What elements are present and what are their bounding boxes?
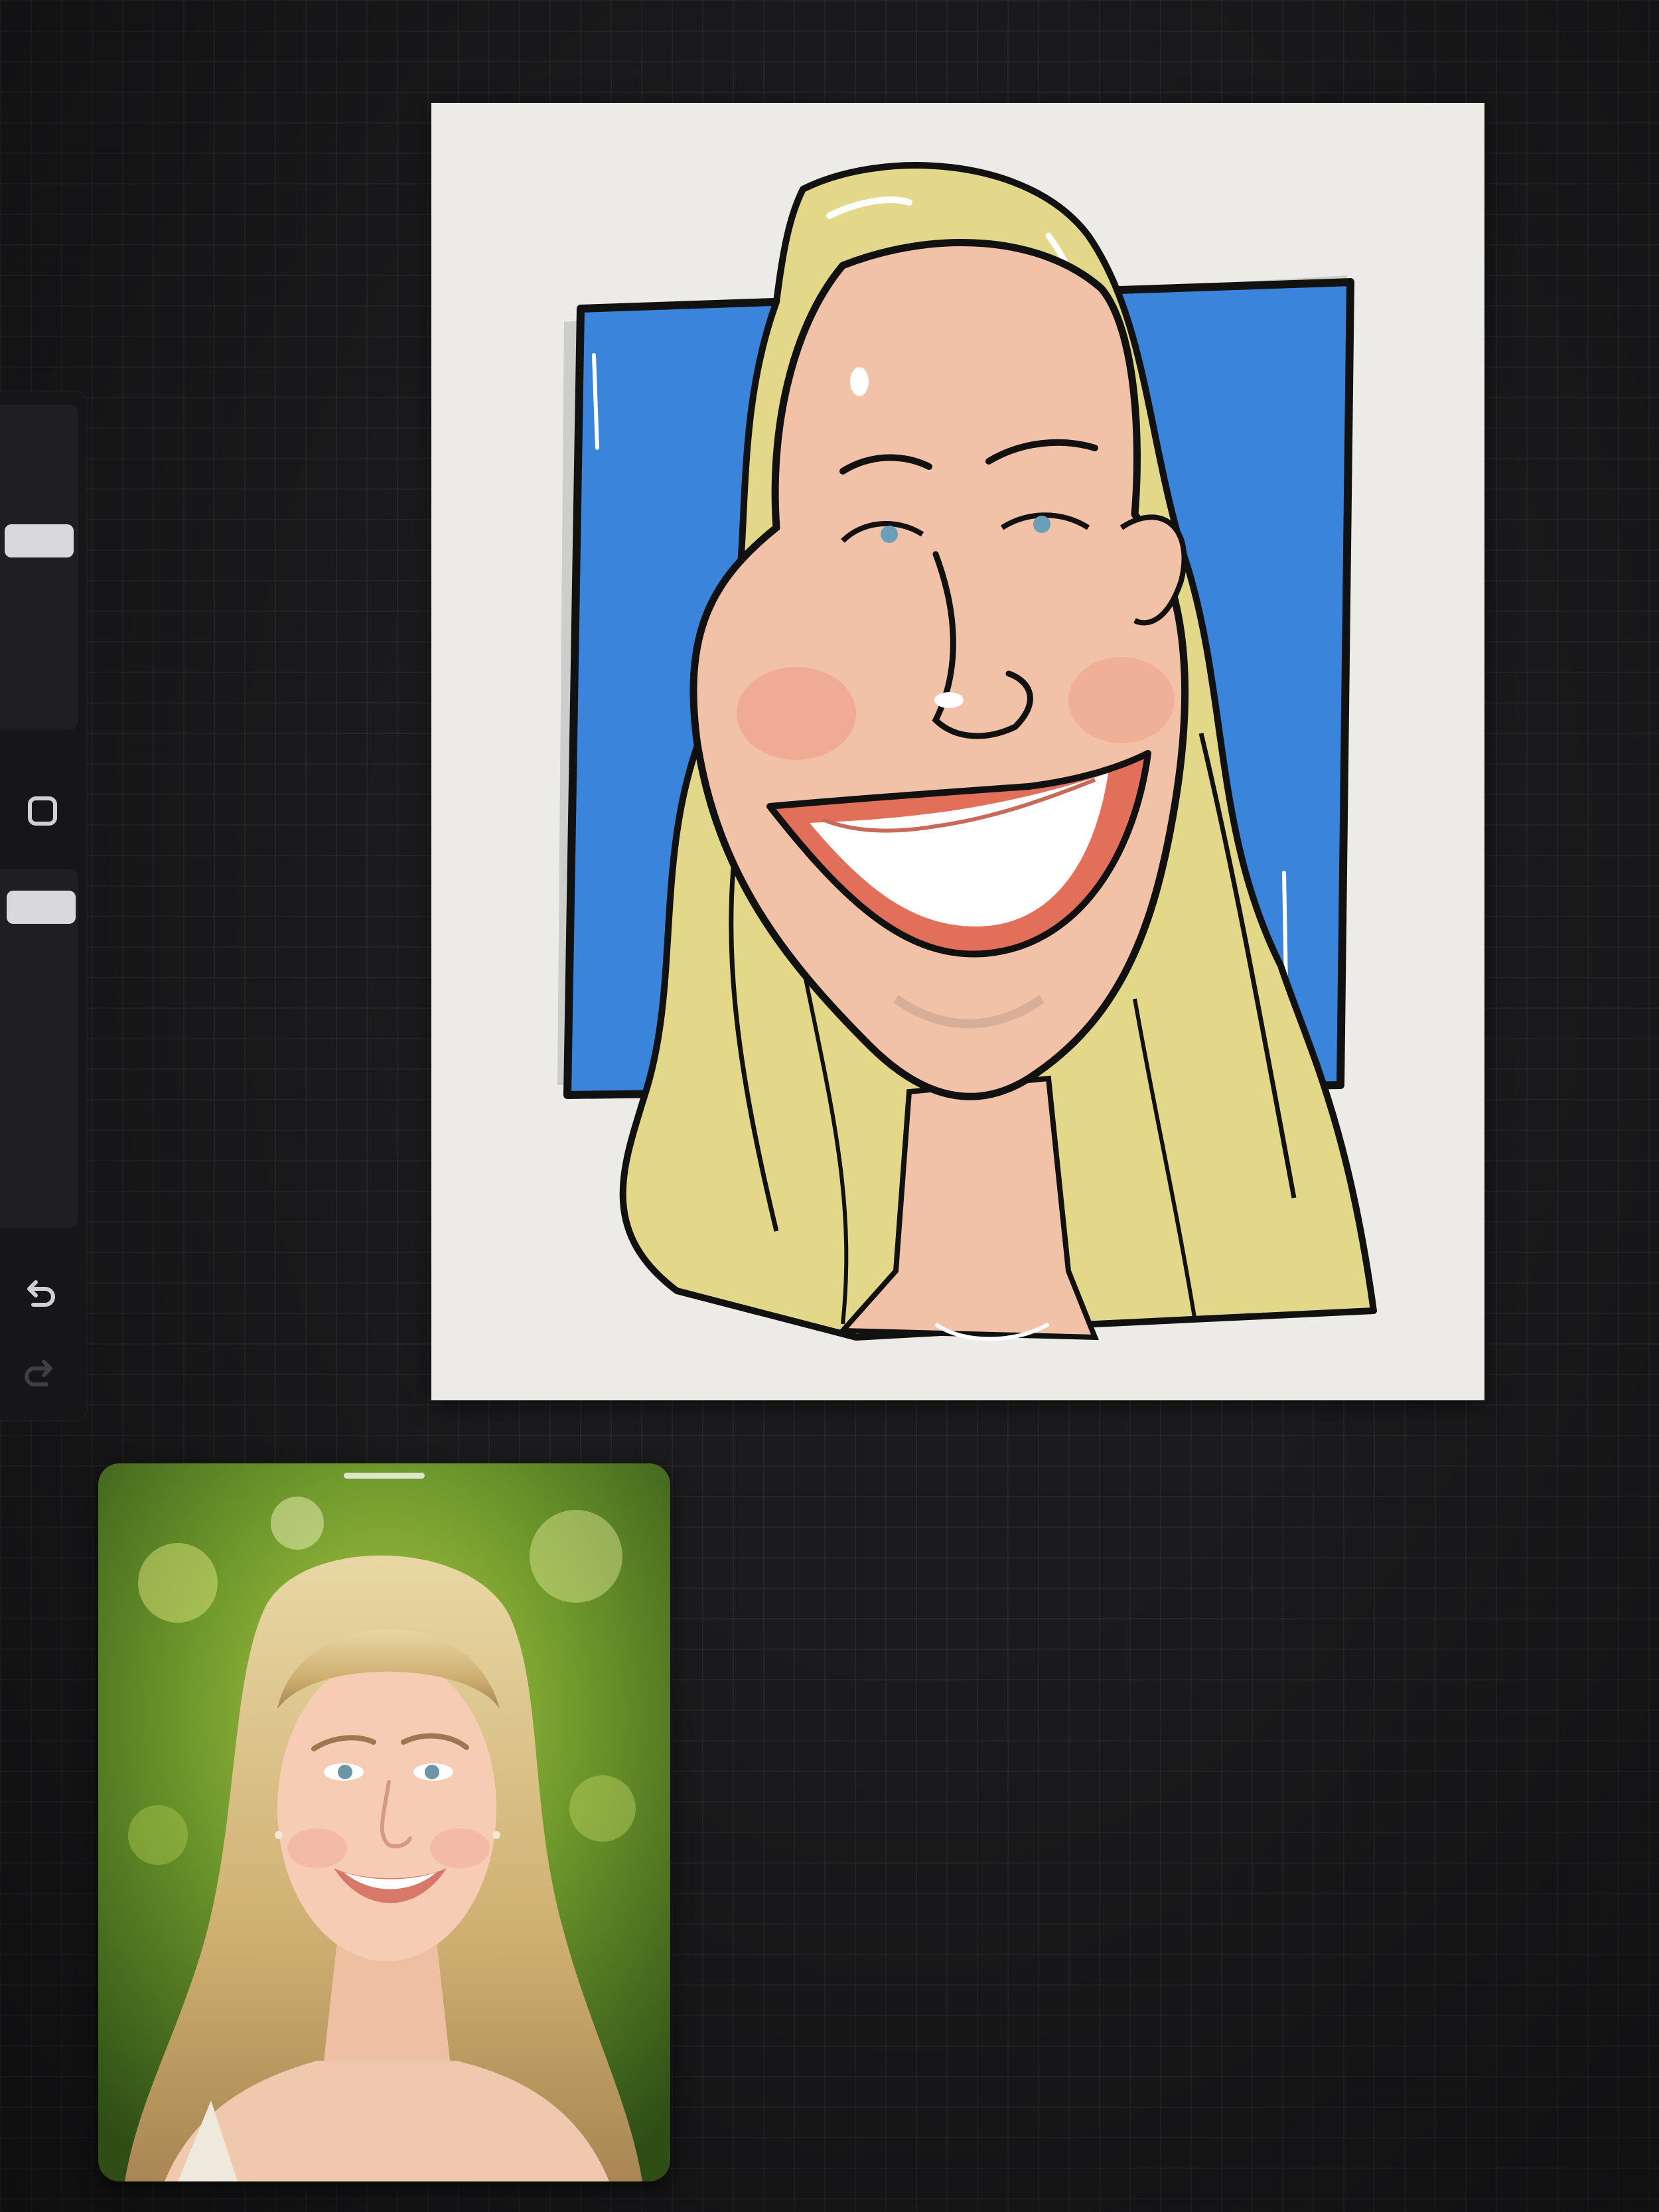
bokeh-light <box>569 1775 636 1842</box>
bokeh-light <box>530 1510 622 1603</box>
bokeh-light <box>128 1805 188 1865</box>
portrait-photo <box>98 1463 670 2181</box>
opacity-slider-thumb[interactable] <box>7 891 76 924</box>
caricature-drawing <box>557 162 1377 1341</box>
square-icon <box>28 796 57 826</box>
bokeh-light <box>271 1497 324 1550</box>
photo-earring <box>275 1831 283 1839</box>
redo-button[interactable] <box>7 1341 73 1407</box>
cheek-blush <box>1068 657 1175 743</box>
redo-icon <box>25 1360 52 1386</box>
tool-sidebar <box>0 392 86 1420</box>
modifier-button[interactable] <box>13 782 72 840</box>
bokeh-light <box>138 1543 218 1623</box>
nose-highlight <box>934 692 964 708</box>
reference-window[interactable] <box>98 1463 670 2181</box>
photo-right-iris <box>425 1765 439 1779</box>
brush-size-slider-thumb[interactable] <box>5 524 74 557</box>
right-iris <box>1033 516 1050 533</box>
forehead-highlight <box>850 367 869 396</box>
photo-cheek <box>287 1828 347 1868</box>
photo-face <box>277 1656 496 1961</box>
photo-left-iris <box>338 1765 352 1779</box>
photo-cheek <box>430 1828 490 1868</box>
photo-earring <box>492 1831 500 1839</box>
opacity-slider[interactable] <box>0 869 78 1228</box>
reference-drag-handle[interactable] <box>344 1473 425 1479</box>
brush-size-slider[interactable] <box>0 405 78 730</box>
cheek-blush <box>737 667 856 760</box>
drawing-canvas[interactable] <box>431 103 1484 1400</box>
undo-button[interactable] <box>7 1261 73 1327</box>
left-iris <box>881 526 898 543</box>
undo-icon <box>27 1280 55 1307</box>
